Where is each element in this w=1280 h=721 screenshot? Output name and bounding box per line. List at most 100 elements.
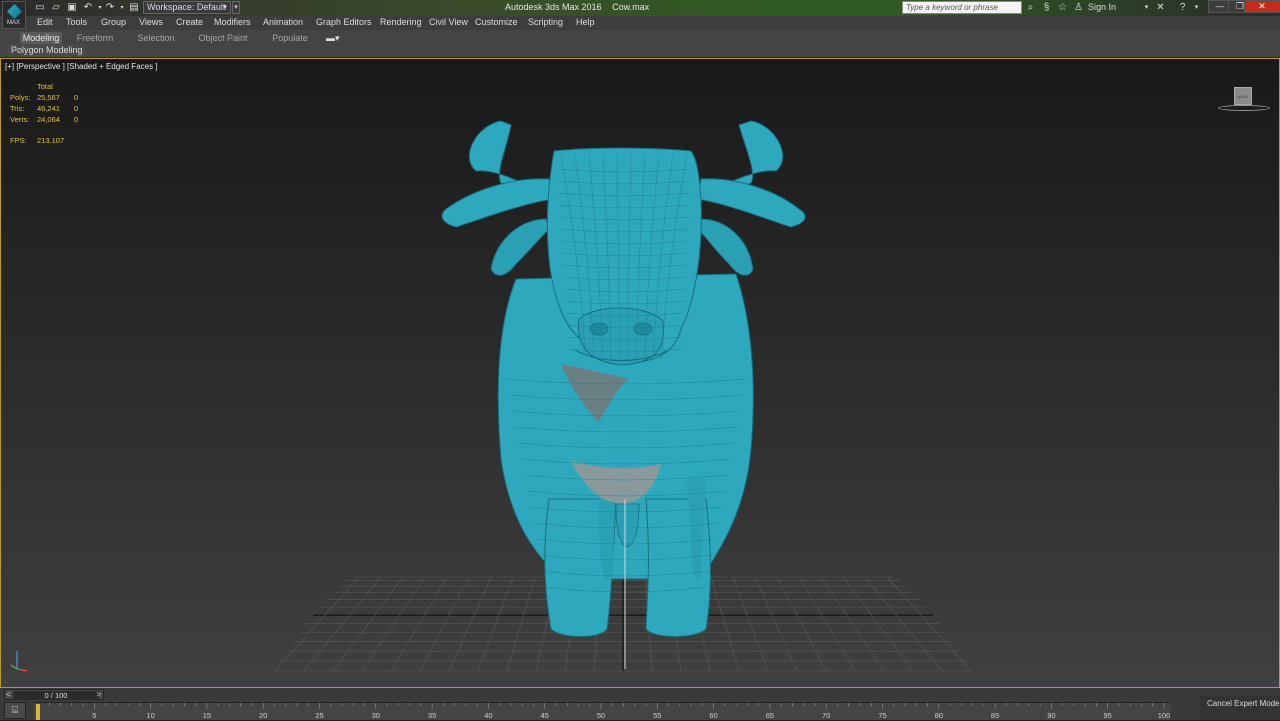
time-slider[interactable]: < 0 / 100 > [4,689,104,700]
track-tick-label: 35 [428,711,436,720]
undo-icon[interactable]: ↶ [82,2,94,14]
new-file-icon[interactable]: ▭ [34,2,46,14]
quick-access-customize-icon[interactable]: ▾ [232,1,240,14]
stat-verts-label: Verts: [10,115,30,124]
stat-polys-total: 25,567 [37,93,60,102]
stats-total-header: Total [37,82,53,91]
menu-modifiers[interactable]: Modifiers [214,17,251,27]
frame-readout: 0 / 100 [13,691,99,700]
open-file-icon[interactable]: ▱ [50,2,62,14]
track-tick-label: 45 [541,711,549,720]
chevron-down-icon: ▾ [223,4,227,11]
project-folder-icon[interactable]: ▤ [128,2,140,14]
track-tick-label: 100 [1158,711,1170,720]
cancel-expert-mode-button[interactable]: Cancel Expert Mode [1200,696,1280,720]
app-logo-text: MAX [7,20,21,26]
track-ruler: 5 10 15 20 25 30 35 40 45 50 55 60 65 70 75 80 85 90 95 100 [36,703,1170,720]
3ds-max-logo-icon [7,4,22,19]
track-tick-label: 85 [991,711,999,720]
track-tick-label: 55 [653,711,661,720]
stat-fps-label: FPS: [10,136,27,145]
menu-edit[interactable]: Edit [37,17,53,27]
time-cursor[interactable] [36,704,40,720]
track-tick-label: 75 [878,711,886,720]
search-input[interactable]: Type a keyword or phrase [902,1,1022,14]
app-title: Autodesk 3ds Max 2016 [505,2,602,12]
binoculars-search-icon[interactable]: ⌕ [1024,1,1037,14]
track-tick-label: 70 [822,711,830,720]
tab-object-paint[interactable]: Object Paint [196,32,250,44]
viewport-label-menu[interactable]: [+] [Perspective ] [Shaded + Edged Faces… [5,62,158,71]
track-tick-label: 95 [1104,711,1112,720]
menu-civil-view[interactable]: Civil View [429,17,468,27]
subscription-center-icon[interactable]: § [1040,1,1053,14]
workspace-dropdown[interactable]: Workspace: Default ▾ [143,1,231,14]
tab-selection[interactable]: Selection [134,32,178,44]
stat-tris-selected: 0 [74,104,79,113]
redo-dropdown-icon[interactable]: ▾ [116,2,128,14]
title-bar: MAX ▭ ▱ ▣ ↶ ▾ ↷ ▾ ▤ Workspace: Default ▾… [0,0,1280,29]
tab-freeform[interactable]: Freeform [74,32,116,44]
menu-create[interactable]: Create [176,17,203,27]
stat-fps-value: 213.107 [37,136,65,145]
tab-populate[interactable]: Populate [268,32,312,44]
tab-modeling[interactable]: Modeling [20,32,62,44]
track-tick-label: 10 [146,711,154,720]
stat-polys-selected: 0 [74,93,79,102]
application-menu-button[interactable]: MAX [2,1,26,29]
exchange-apps-icon[interactable]: ✕ [1154,1,1167,14]
stat-verts-total: 24,064 [37,115,60,124]
sign-in-link[interactable]: Sign In [1088,2,1116,12]
track-tick-label: 90 [1047,711,1055,720]
menu-graph-editors[interactable]: Graph Editors [316,17,372,27]
stat-tris-label: Tris: [10,104,25,113]
sign-in-dropdown-icon[interactable]: ▾ [1140,1,1153,14]
save-icon[interactable]: ▣ [66,2,78,14]
track-tick-label: 60 [709,711,717,720]
track-tick-label: 40 [484,711,492,720]
close-window-button[interactable]: ✕ [1244,0,1280,13]
viewport-scene [273,120,973,672]
viewcube-face[interactable]: BACK [1234,87,1252,105]
stat-polys-label: Polys: [10,93,31,102]
track-tick-label: 25 [315,711,323,720]
time-next-button[interactable]: > [96,690,101,699]
track-tick-label: 65 [766,711,774,720]
viewcube-compass-ring[interactable] [1218,105,1270,111]
menu-customize[interactable]: Customize [475,17,518,27]
workspace-value: Workspace: Default [147,2,226,12]
modeling-ribbon: Modeling Freeform Selection Object Paint… [0,30,1280,58]
help-icon[interactable]: ? [1176,1,1189,14]
menu-tools[interactable]: Tools [66,17,87,27]
timeline-bar: < 0 / 100 > ⌸ 5 10 15 20 25 30 35 40 45 50 55 60 65 7… [0,688,1280,720]
user-icon[interactable]: ♙ [1072,1,1085,14]
track-tick-label: 30 [372,711,380,720]
file-name: Cow.max [612,2,650,12]
track-bar[interactable]: 5 10 15 20 25 30 35 40 45 50 55 60 65 70 75 80 85 90 95 100 [34,702,1170,720]
panel-polygon-modeling[interactable]: Polygon Modeling [8,44,86,57]
cow-model [441,120,806,637]
axis-tripod-icon [10,651,28,672]
track-tick-label: 80 [935,711,943,720]
stat-verts-selected: 0 [74,115,79,124]
help-dropdown-icon[interactable]: ▾ [1190,1,1203,14]
menu-help[interactable]: Help [576,17,595,27]
track-tick-label: 20 [259,711,267,720]
stat-tris-total: 46,241 [37,104,60,113]
viewcube[interactable]: BACK [1218,85,1270,113]
track-tick-label: 5 [92,711,96,720]
perspective-viewport[interactable]: [+] [Perspective ] [Shaded + Edged Faces… [0,58,1280,688]
ribbon-display-options-icon[interactable]: ▬▾ [326,33,340,44]
favorites-star-icon[interactable]: ☆ [1056,1,1069,14]
menu-group[interactable]: Group [101,17,126,27]
mini-curve-editor-icon[interactable]: ⌸ [4,702,26,719]
menu-views[interactable]: Views [139,17,163,27]
time-prev-button[interactable]: < [6,690,11,699]
track-tick-label: 15 [203,711,211,720]
redo-icon[interactable]: ↷ [104,2,116,14]
menu-bar: Edit Tools Group Views Create Modifiers … [0,16,1280,30]
menu-rendering[interactable]: Rendering [380,17,422,27]
window-title: Autodesk 3ds Max 2016 Cow.max [505,2,657,12]
menu-animation[interactable]: Animation [263,17,303,27]
menu-scripting[interactable]: Scripting [528,17,563,27]
